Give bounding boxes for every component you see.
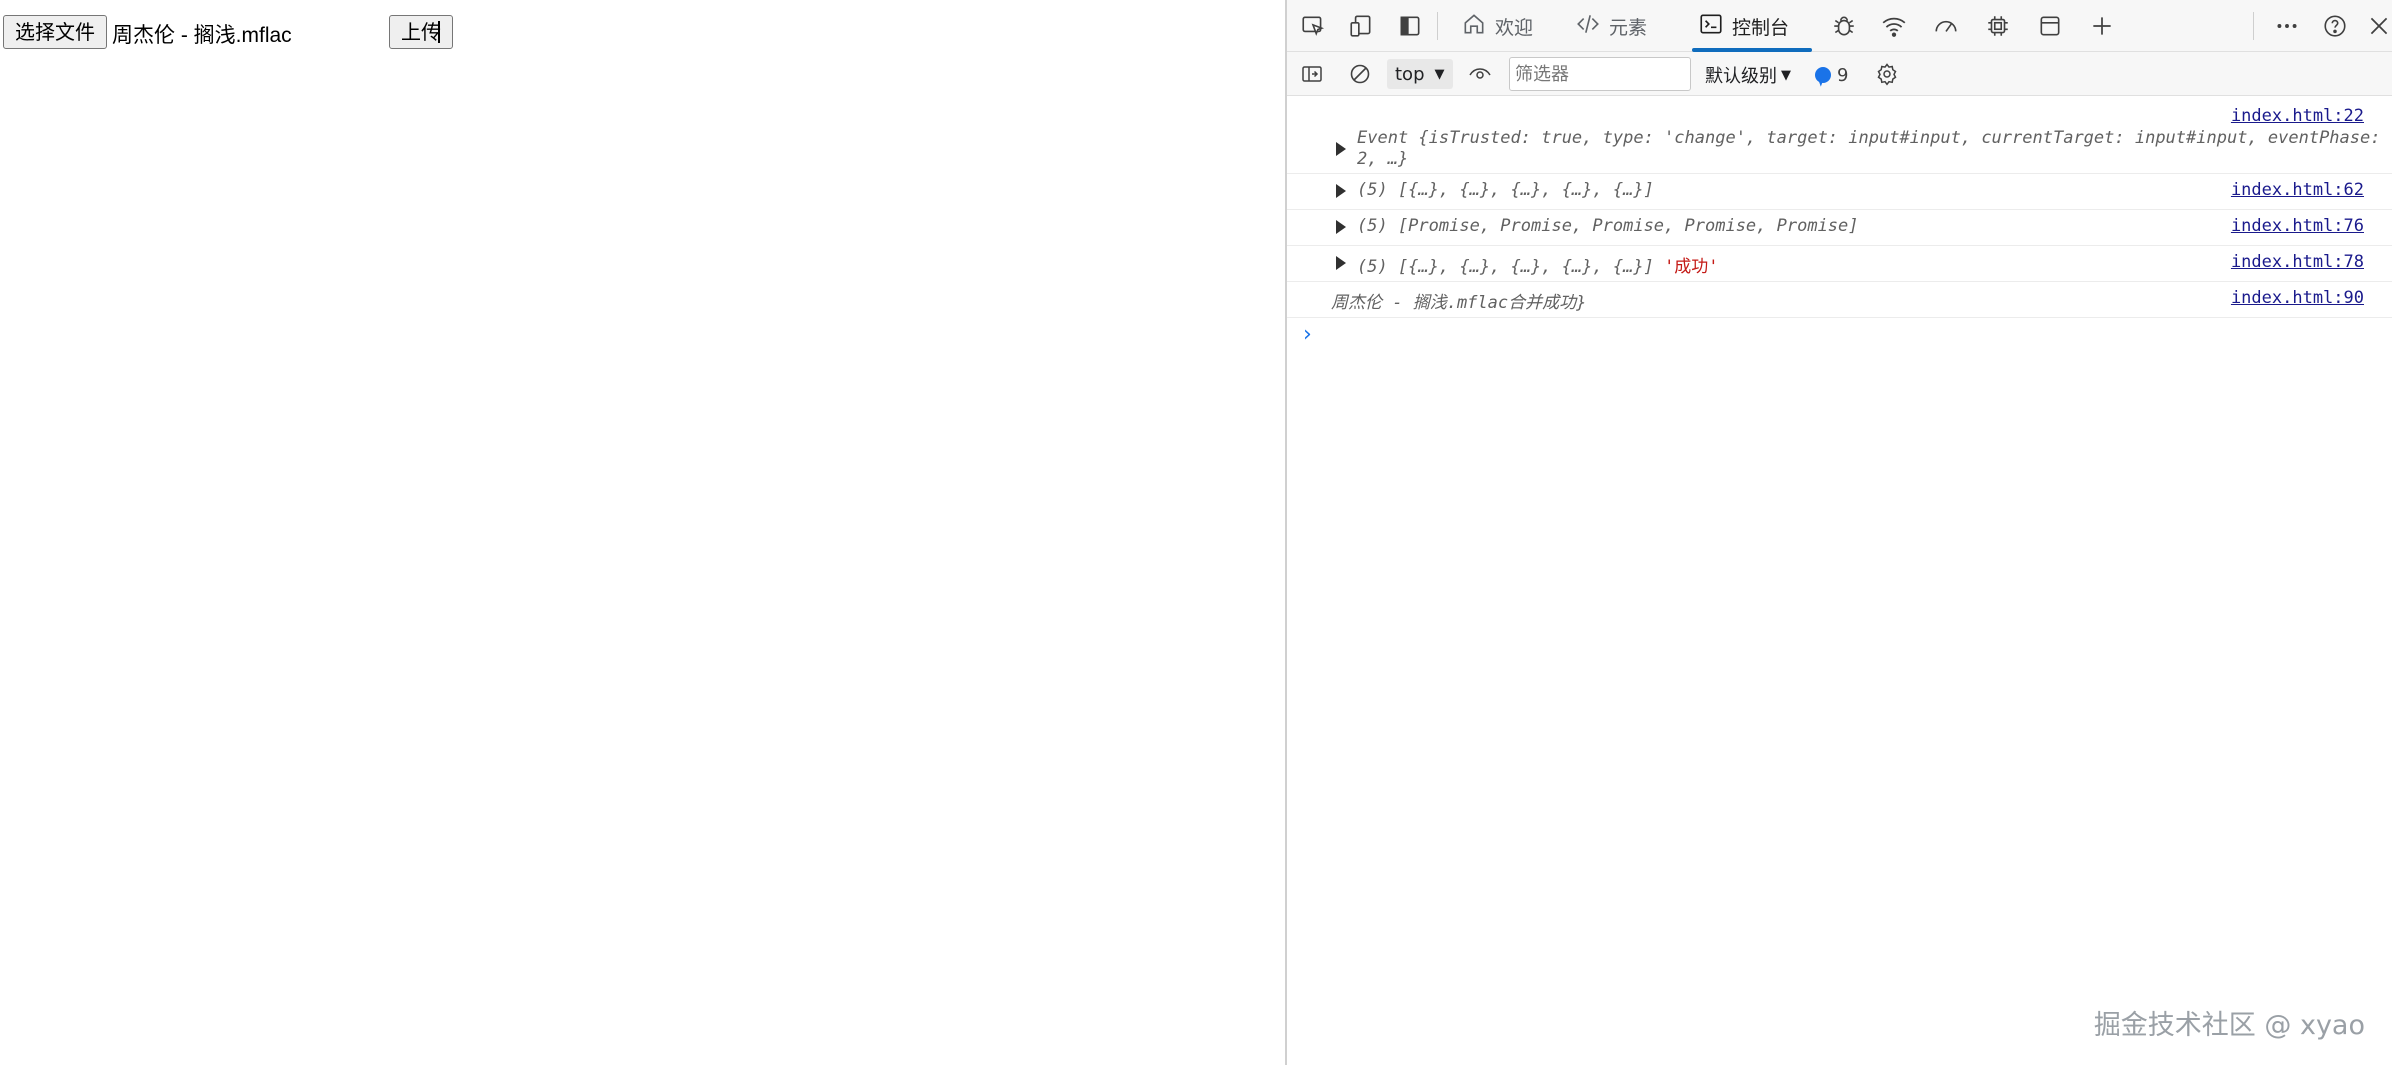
console-settings-gear-icon[interactable] <box>1872 60 1902 88</box>
event-object-line1: Event {isTrusted: true, type: 'change', … <box>1357 128 2381 148</box>
console-icon <box>1698 11 1724 42</box>
cpu-icon[interactable] <box>1983 11 2013 41</box>
source-link[interactable]: index.html:22 <box>2231 106 2364 126</box>
devtools-panel: 欢迎 元素 控制台 top ▼ 筛选器 默认级别 ▼ 9 index.html:… <box>1285 0 2392 1065</box>
wifi-icon[interactable] <box>1879 11 1909 41</box>
bug-icon[interactable] <box>1829 11 1859 41</box>
message-text: 2, …} <box>1357 149 1409 169</box>
toolbar-separator <box>1437 12 1438 40</box>
expand-triangle-icon[interactable] <box>1336 142 1346 156</box>
message-text: (5) [{…}, {…}, {…}, {…}, {…}] <box>1357 257 1654 277</box>
expand-triangle-icon[interactable] <box>1336 220 1346 234</box>
console-messages: index.html:22 Event {isTrusted: true, ty… <box>1287 96 2392 1065</box>
mouse-text-cursor <box>438 21 440 43</box>
home-icon <box>1461 11 1487 42</box>
device-emulation-icon[interactable] <box>1346 11 1376 41</box>
expand-triangle-icon[interactable] <box>1336 184 1346 198</box>
context-value: top <box>1395 63 1425 85</box>
console-message: index.html:90 周杰伦 - 搁浅.mflac合并成功} <box>1287 282 2392 318</box>
tab-welcome[interactable]: 欢迎 <box>1455 6 1539 46</box>
message-text: (5) [{…}, {…}, {…}, {…}, {…}] <box>1357 180 1654 200</box>
issues-counter[interactable]: 9 <box>1815 60 1848 90</box>
devtools-toolbar: 欢迎 元素 控制台 <box>1287 0 2392 52</box>
console-message: index.html:76 (5) [Promise, Promise, Pro… <box>1287 210 2392 246</box>
selected-file-name: 周杰伦 - 搁浅.mflac <box>112 24 292 47</box>
live-expression-eye-icon[interactable] <box>1465 60 1495 88</box>
message-text: (5) [Promise, Promise, Promise, Promise,… <box>1357 216 1859 236</box>
tab-elements[interactable]: 元素 <box>1569 6 1653 46</box>
tab-console[interactable]: 控制台 <box>1692 6 1812 52</box>
inspect-icon[interactable] <box>1298 11 1328 41</box>
watermark: 掘金技术社区 @ xyao <box>2093 1010 2365 1041</box>
console-toolbar: top ▼ 默认级别 ▼ 9 <box>1287 52 2392 96</box>
application-icon[interactable] <box>2035 11 2065 41</box>
choose-file-button[interactable]: 选择文件 <box>3 15 107 49</box>
source-link[interactable]: index.html:90 <box>2231 288 2364 308</box>
console-prompt-chevron-icon[interactable]: › <box>1303 322 1312 347</box>
upload-button[interactable]: 上传 <box>389 15 453 49</box>
context-selector[interactable]: top ▼ <box>1387 59 1453 89</box>
message-string-value: '成功' <box>1664 257 1719 277</box>
dock-side-icon[interactable] <box>1395 11 1425 41</box>
source-link[interactable]: index.html:62 <box>2231 180 2364 200</box>
tab-label: 元素 <box>1609 16 1648 39</box>
console-message: index.html:62 (5) [{…}, {…}, {…}, {…}, {… <box>1287 174 2392 210</box>
message-bubble-icon <box>1815 67 1831 83</box>
tab-label: 欢迎 <box>1495 16 1534 39</box>
performance-icon[interactable] <box>1931 11 1961 41</box>
toolbar-separator <box>2253 12 2254 40</box>
tab-label: 控制台 <box>1732 16 1790 39</box>
log-level-selector[interactable]: 默认级别 ▼ <box>1705 60 1791 90</box>
console-message: index.html:22 Event {isTrusted: true, ty… <box>1287 96 2392 174</box>
chevron-down-icon: ▼ <box>1434 66 1445 82</box>
close-icon[interactable] <box>2364 11 2392 41</box>
issues-count: 9 <box>1837 64 1849 86</box>
console-message: index.html:78 (5) [{…}, {…}, {…}, {…}, {… <box>1287 246 2392 282</box>
message-text: Event {isTrusted: true, type: 'change', … <box>1357 128 2381 148</box>
expand-triangle-icon[interactable] <box>1336 256 1346 270</box>
help-icon[interactable] <box>2320 11 2350 41</box>
add-tab-icon[interactable] <box>2087 11 2117 41</box>
web-page: 选择文件 周杰伦 - 搁浅.mflac 上传 <box>0 0 1285 1065</box>
source-link[interactable]: index.html:76 <box>2231 216 2364 236</box>
sidebar-toggle-icon[interactable] <box>1297 60 1327 88</box>
console-filter-input[interactable] <box>1509 57 1691 91</box>
log-level-value: 默认级别 <box>1705 66 1777 87</box>
source-link[interactable]: index.html:78 <box>2231 252 2364 272</box>
more-icon[interactable] <box>2272 11 2302 41</box>
clear-console-icon[interactable] <box>1345 60 1375 88</box>
event-object-line2: 2, …} <box>1357 149 1408 169</box>
message-line: (5) [{…}, {…}, {…}, {…}, {…}] '成功' <box>1357 252 1719 277</box>
chevron-down-icon: ▼ <box>1781 67 1791 83</box>
message-text: 周杰伦 - 搁浅.mflac合并成功} <box>1331 293 1587 313</box>
code-icon <box>1575 11 1601 42</box>
